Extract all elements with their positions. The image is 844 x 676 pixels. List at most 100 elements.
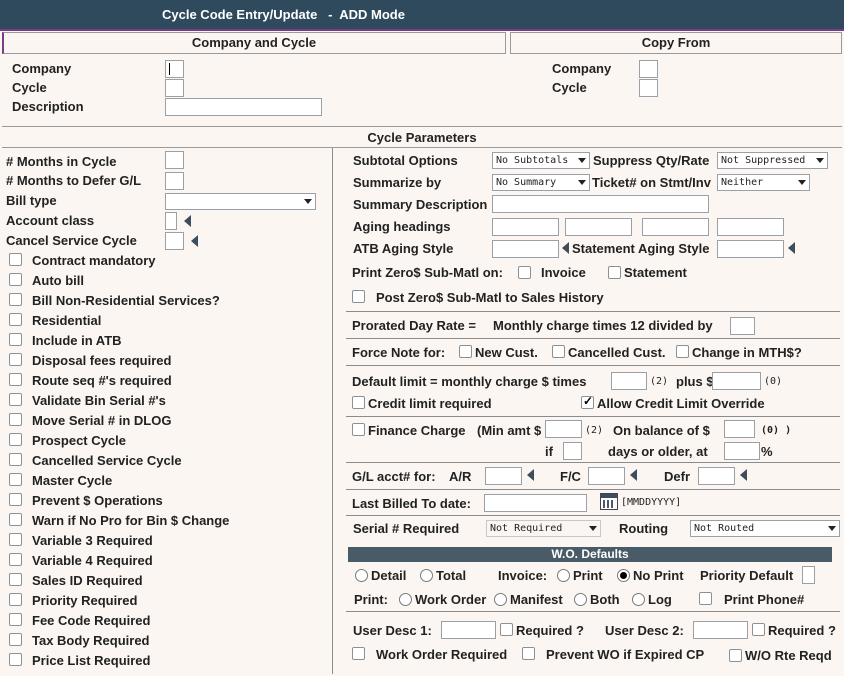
divider <box>346 311 840 312</box>
months-defer-input[interactable] <box>165 172 184 190</box>
log-radio[interactable] <box>632 593 645 606</box>
checkbox[interactable] <box>9 653 22 666</box>
suppress-qty-rate-select[interactable]: Not Suppressed <box>717 152 828 169</box>
wo-defaults-title: W.O. Defaults <box>551 547 629 561</box>
checkbox[interactable] <box>9 573 22 586</box>
prevent-wo-checkbox[interactable] <box>522 647 535 660</box>
checkbox[interactable] <box>9 593 22 606</box>
ticket-on-stmt-select[interactable]: Neither <box>717 174 810 191</box>
checkbox[interactable] <box>9 473 22 486</box>
user-desc-2-required-checkbox[interactable] <box>752 623 765 636</box>
detail-label: Detail <box>371 568 407 583</box>
prorated-divisor-input[interactable] <box>730 317 755 335</box>
cycle-input[interactable] <box>165 79 184 97</box>
lookup-arrow-icon[interactable] <box>630 469 637 481</box>
fc-input[interactable] <box>588 467 625 485</box>
allow-credit-override-checkbox[interactable] <box>581 394 594 409</box>
wo-rte-reqd-checkbox[interactable] <box>729 649 742 662</box>
checkbox[interactable] <box>9 353 22 366</box>
plus-amount-input[interactable] <box>712 372 761 390</box>
allow-credit-override-label: Allow Credit Limit Override <box>597 396 765 411</box>
priority-default-input[interactable] <box>802 566 815 584</box>
checkbox[interactable] <box>9 613 22 626</box>
on-balance-input[interactable] <box>724 420 755 438</box>
cancelled-cust-checkbox[interactable] <box>552 345 565 358</box>
finance-charge-checkbox[interactable] <box>352 423 365 436</box>
checkbox[interactable] <box>9 393 22 406</box>
lookup-arrow-icon[interactable] <box>740 469 747 481</box>
both-radio[interactable] <box>574 593 587 606</box>
lookup-arrow-icon[interactable] <box>788 242 795 254</box>
checkbox[interactable] <box>9 413 22 426</box>
checkbox[interactable] <box>9 333 22 346</box>
subtotal-options-select[interactable]: No Subtotals <box>492 152 590 169</box>
checkbox[interactable] <box>9 493 22 506</box>
new-cust-checkbox[interactable] <box>459 345 472 358</box>
invoice-checkbox[interactable] <box>518 266 531 279</box>
lookup-arrow-icon[interactable] <box>562 242 569 254</box>
aging-heading-3-input[interactable] <box>642 218 709 236</box>
last-billed-input[interactable] <box>484 494 587 512</box>
aging-heading-1-input[interactable] <box>492 218 559 236</box>
total-radio[interactable] <box>420 569 433 582</box>
user-desc-1-required-checkbox[interactable] <box>500 623 513 636</box>
checkbox[interactable] <box>9 453 22 466</box>
summarize-by-select[interactable]: No Summary <box>492 174 590 191</box>
months-in-cycle-input[interactable] <box>165 151 184 169</box>
checkbox[interactable] <box>9 633 22 646</box>
user-desc-1-input[interactable] <box>441 621 496 639</box>
manifest-radio[interactable] <box>494 593 507 606</box>
account-class-input[interactable] <box>165 212 177 230</box>
checkbox[interactable] <box>9 533 22 546</box>
defr-input[interactable] <box>698 467 735 485</box>
credit-limit-checkbox[interactable] <box>352 396 365 409</box>
checkbox[interactable] <box>9 553 22 566</box>
print-phone-checkbox[interactable] <box>699 592 712 605</box>
checkbox-label: Variable 3 Required <box>32 533 153 548</box>
checkbox[interactable] <box>9 293 22 306</box>
bill-type-select[interactable] <box>165 193 316 210</box>
description-input[interactable] <box>165 98 322 116</box>
company-input[interactable] <box>165 60 184 78</box>
checkbox[interactable] <box>9 253 22 266</box>
statement-checkbox[interactable] <box>608 266 621 279</box>
checkbox-label: Sales ID Required <box>32 573 143 588</box>
routing-select[interactable]: Not Routed <box>690 520 840 537</box>
aging-heading-2-input[interactable] <box>565 218 632 236</box>
checkbox[interactable] <box>9 273 22 286</box>
statement-aging-style-input[interactable] <box>717 240 784 258</box>
days-input[interactable] <box>563 442 582 460</box>
work-order-radio[interactable] <box>399 593 412 606</box>
checkbox[interactable] <box>9 313 22 326</box>
post-zero-checkbox[interactable] <box>352 290 365 303</box>
copy-cycle-input[interactable] <box>639 79 658 97</box>
default-limit-input[interactable] <box>611 372 647 390</box>
checkbox[interactable] <box>9 513 22 526</box>
calendar-icon[interactable] <box>600 493 618 510</box>
atb-aging-style-input[interactable] <box>492 240 559 258</box>
user-desc-2-input[interactable] <box>693 621 748 639</box>
percent-input[interactable] <box>724 442 760 460</box>
post-zero-label: Post Zero$ Sub-Matl to Sales History <box>376 290 604 305</box>
checkbox[interactable] <box>9 433 22 446</box>
cancel-service-cycle-input[interactable] <box>165 232 184 250</box>
aging-heading-4-input[interactable] <box>717 218 784 236</box>
detail-radio[interactable] <box>355 569 368 582</box>
lookup-arrow-icon[interactable] <box>527 469 534 481</box>
checkbox[interactable] <box>9 373 22 386</box>
manifest-label: Manifest <box>510 592 563 607</box>
lookup-arrow-icon[interactable] <box>184 215 191 227</box>
copy-company-input[interactable] <box>639 60 658 78</box>
print-radio[interactable] <box>557 569 570 582</box>
work-order-required-checkbox[interactable] <box>352 647 365 660</box>
ar-input[interactable] <box>485 467 522 485</box>
ar-label: A/R <box>449 469 472 484</box>
lookup-arrow-icon[interactable] <box>191 235 198 247</box>
credit-limit-label: Credit limit required <box>368 396 492 411</box>
summary-description-input[interactable] <box>492 195 709 213</box>
serial-required-select[interactable]: Not Required <box>486 520 601 537</box>
no-print-radio[interactable] <box>617 569 630 582</box>
change-mth-checkbox[interactable] <box>676 345 689 358</box>
months-in-cycle-label: # Months in Cycle <box>6 154 117 169</box>
min-amt-input[interactable] <box>545 420 582 438</box>
